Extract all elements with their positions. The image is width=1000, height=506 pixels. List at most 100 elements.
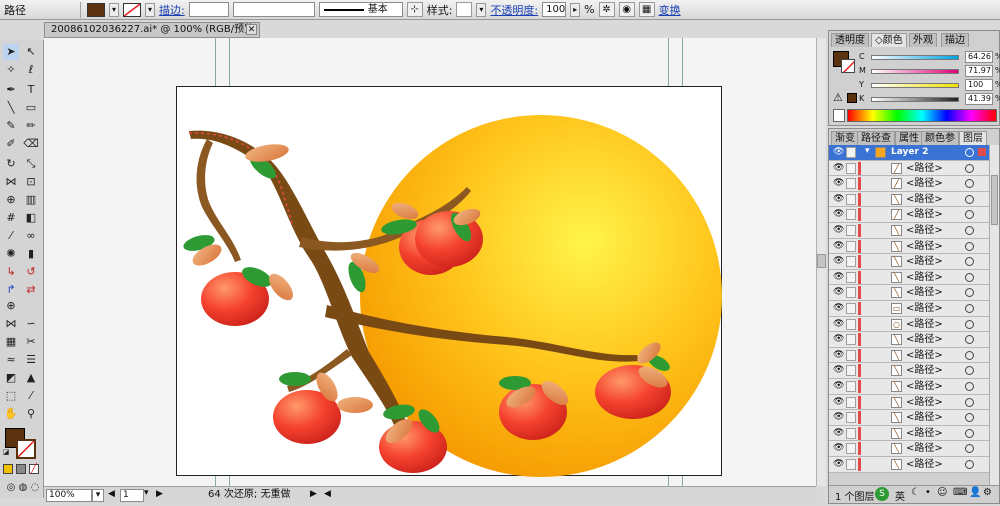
slider-m-track[interactable] <box>871 69 959 74</box>
lock-toggle[interactable] <box>846 147 856 158</box>
target-icon[interactable] <box>965 226 974 235</box>
color-spectrum-bar[interactable] <box>847 109 997 122</box>
direct-selection-tool-icon[interactable]: ↖ <box>23 44 39 60</box>
expand-triangle-icon[interactable]: ▾ <box>865 146 870 156</box>
target-icon[interactable] <box>965 350 974 360</box>
style-swatch[interactable] <box>456 2 473 17</box>
slider-k-value[interactable]: 41.39 <box>965 93 993 105</box>
paintbrush-tool-icon[interactable]: ✎ <box>3 118 19 134</box>
first-page-icon[interactable]: ◀ <box>108 489 115 499</box>
type-tool-icon[interactable]: T <box>23 82 39 98</box>
layer-row[interactable]: 👁 ▾ Layer 2 <box>829 145 989 161</box>
default-colors-icon[interactable]: ◪ <box>2 448 10 456</box>
free-transform-tool-icon[interactable]: ⊡ <box>23 174 39 190</box>
lock-toggle[interactable] <box>846 349 856 361</box>
path-item-row[interactable]: 👁 ╲ <路径> <box>829 223 989 239</box>
visibility-icon[interactable]: 👁 <box>833 241 844 250</box>
live-paint-select-tool-icon[interactable]: ▲ <box>23 370 39 386</box>
stroke-weight-field[interactable] <box>188 2 229 17</box>
gradient-mode-icon[interactable] <box>16 464 26 474</box>
recolor-icon[interactable]: ◉ <box>618 2 635 17</box>
pencil-tool-icon[interactable]: ✏ <box>23 118 39 134</box>
artboard-tool-icon[interactable]: ↳ <box>3 264 19 280</box>
crop-tool-icon[interactable]: ⬚ <box>3 388 19 404</box>
page-field[interactable]: 1 <box>120 489 144 502</box>
path-item-row[interactable]: 👁 ○ <路径> <box>829 316 989 333</box>
visibility-icon[interactable]: 👁 <box>833 272 844 281</box>
draw-inside-icon[interactable]: ◌ <box>27 480 43 496</box>
slider-m[interactable]: M 71.97 % <box>859 65 1000 78</box>
tab-appearance[interactable]: 外观 <box>909 33 937 47</box>
path-item-row[interactable]: 👁 ╲ <路径> <box>829 254 989 270</box>
path-item-row[interactable]: 👁 ╲ <路径> <box>829 238 989 255</box>
rectangle-tool-icon[interactable]: ▭ <box>23 100 39 116</box>
layers-scrollbar[interactable] <box>989 145 999 485</box>
ime-status-icon[interactable]: S <box>875 487 889 501</box>
opacity-field[interactable]: 100 <box>542 2 567 17</box>
scroll-left-icon[interactable]: ◀ <box>324 489 331 499</box>
column-graph-tool-icon[interactable]: ▦ <box>3 334 19 350</box>
moon-icon[interactable]: ☾ <box>911 487 920 498</box>
lock-toggle[interactable] <box>846 443 856 455</box>
tab-color-guide[interactable]: 颜色参 <box>921 131 959 145</box>
eyedropper-tool-icon[interactable]: ⁄ <box>3 228 19 244</box>
visibility-icon[interactable]: 👁 <box>833 163 844 172</box>
variable-width-field[interactable] <box>232 2 315 17</box>
target-icon[interactable] <box>965 382 974 391</box>
user-icon[interactable]: 👤 <box>969 487 981 498</box>
slider-y[interactable]: Y 100 % <box>859 79 1000 92</box>
target-icon[interactable] <box>965 179 974 189</box>
target-icon[interactable] <box>965 241 974 251</box>
visibility-icon[interactable]: 👁 <box>833 397 844 406</box>
target-icon[interactable] <box>965 335 974 345</box>
tab-transparency[interactable]: 透明度 <box>831 33 869 47</box>
lock-toggle[interactable] <box>846 303 856 314</box>
slider-c-track[interactable] <box>871 55 959 60</box>
transform-link[interactable]: 变换 <box>659 2 681 18</box>
tab-layers[interactable]: 图层 <box>959 131 987 145</box>
mesh-tool-icon[interactable]: # <box>3 210 19 226</box>
knife-tool-icon[interactable]: ⁄ <box>23 388 39 404</box>
path-item-row[interactable]: 👁 ╲ <路径> <box>829 332 989 348</box>
target-icon[interactable] <box>965 397 974 407</box>
lock-toggle[interactable] <box>846 459 856 470</box>
visibility-icon[interactable]: 👁 <box>833 226 844 235</box>
stroke-color-box[interactable] <box>16 439 36 459</box>
path-item-row[interactable]: 👁 ╱ <路径> <box>829 160 989 177</box>
slider-m-value[interactable]: 71.97 <box>965 65 993 77</box>
rotate-tool-icon[interactable]: ↻ <box>3 156 19 172</box>
path-item-row[interactable]: 👁 ╲ <路径> <box>829 285 989 301</box>
gradient-tool-icon[interactable]: ◧ <box>23 210 39 226</box>
punctuation-icon[interactable]: • <box>925 487 931 498</box>
warning-icon[interactable]: ⚠ <box>833 91 843 104</box>
none-mode-icon[interactable]: ╱ <box>29 464 39 474</box>
target-icon[interactable] <box>965 194 974 204</box>
visibility-icon[interactable]: 👁 <box>833 460 844 469</box>
eraser-tool-icon[interactable]: ⌫ <box>23 136 39 152</box>
line-tool-icon[interactable]: ╲ <box>3 100 19 116</box>
stroke-weight-link[interactable]: 描边: <box>159 2 185 18</box>
lock-toggle[interactable] <box>846 365 856 377</box>
tab-stroke[interactable]: 描边 <box>941 33 969 47</box>
vertical-scrollbar[interactable] <box>816 38 826 486</box>
page-dropdown-icon[interactable]: ▾ <box>144 488 149 498</box>
document-tab[interactable]: 20086102036227.ai* @ 100% (RGB/预览) ✕ <box>44 22 260 38</box>
target-icon[interactable] <box>965 304 974 313</box>
path-erase-tool-icon[interactable]: ✂ <box>23 334 39 350</box>
zoom-icon[interactable]: ⚲ <box>23 406 39 422</box>
hand-icon[interactable]: ✋ <box>3 406 19 422</box>
pen-tool-icon[interactable]: ✒ <box>3 82 19 98</box>
target-icon[interactable] <box>965 460 974 469</box>
lock-toggle[interactable] <box>846 178 856 190</box>
visibility-icon[interactable]: 👁 <box>833 444 844 453</box>
visibility-icon[interactable]: 👁 <box>833 148 844 157</box>
status-menu-icon[interactable]: ▶ <box>310 489 317 499</box>
slider-c-value[interactable]: 64.26 <box>965 51 993 63</box>
visibility-icon[interactable]: 👁 <box>833 288 844 297</box>
brush-icon[interactable]: ✲ <box>598 2 615 17</box>
visibility-icon[interactable]: 👁 <box>833 304 844 313</box>
path-item-row[interactable]: 👁 ╲ <路径> <box>829 269 989 286</box>
lock-toggle[interactable] <box>846 271 856 283</box>
path-item-row[interactable]: 👁 ╲ <路径> <box>829 379 989 395</box>
opacity-dropdown-icon[interactable]: ▸ <box>570 2 581 17</box>
